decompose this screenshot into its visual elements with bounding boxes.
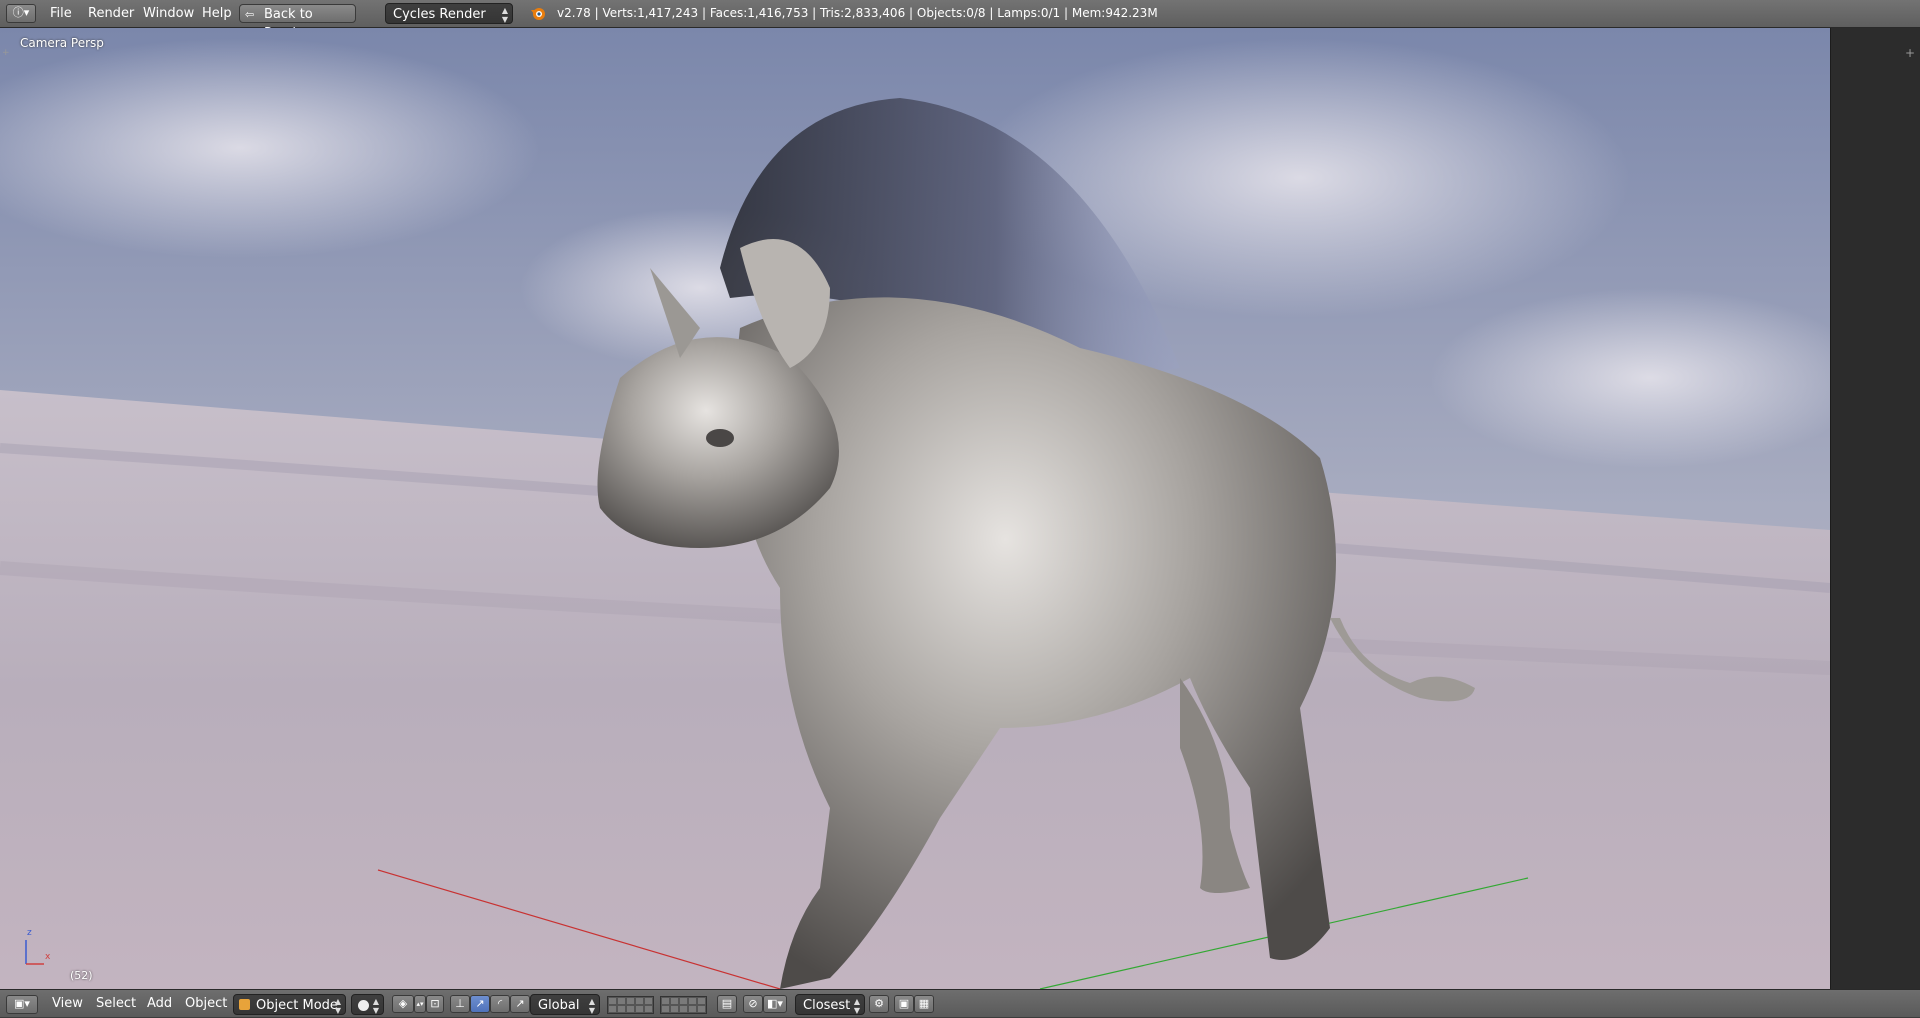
axis-gizmo [25,940,44,965]
editor-type-button[interactable]: ▣▾ [6,995,38,1014]
object-mode-icon [239,999,250,1010]
render-image-icon: ▣ [898,997,910,1010]
lock-layers-button[interactable]: ▤ [717,995,737,1013]
manipulate-center-button[interactable]: ⊡ [426,995,444,1013]
back-to-previous-button[interactable]: ⇦ Back to Previous [239,4,356,41]
view-name-label: Camera Persp [20,36,104,50]
updown-arrows-icon: ▲ ▼ [334,997,341,1015]
transform-orientation-select[interactable]: Global ▲ ▼ [530,994,600,1015]
menu-file[interactable]: File [50,0,72,27]
viewport-shading-select[interactable]: ▲ ▼ [351,994,384,1015]
updown-arrows-icon: ▲ ▼ [372,997,379,1015]
scale-icon: ↗ [515,997,525,1010]
proportional-edit-icon: ⊘ [748,997,758,1010]
center-points-icon: ⊡ [430,997,440,1010]
3d-viewport[interactable]: Camera Persp z x (52) + [0,28,1830,989]
updown-arrows-icon: ▴▾ [416,1000,424,1008]
render-engine-value: Cycles Render [393,7,486,22]
manipulator-toggle-button[interactable]: ⊥ [450,995,470,1013]
updown-arrows-icon: ▲ ▼ [588,997,595,1015]
scene-layers-group-1[interactable] [607,996,654,1014]
snap-magnet-icon: ⚙ [874,997,884,1010]
pivot-icon: ◈ [398,997,408,1010]
opengl-render-image-button[interactable]: ▣ [894,995,914,1013]
snap-target-value: Closest [803,998,851,1013]
render-animation-icon: ▦ [918,997,930,1010]
rotate-icon: ◜ [497,997,503,1010]
info-header: ⓘ▾ File Render Window Help ⇦ Back to Pre… [0,0,1920,41]
menu-render[interactable]: Render [88,0,134,27]
pivot-point-button[interactable]: ◈ [392,995,414,1013]
proportional-edit-button[interactable]: ⊘ [743,995,763,1013]
solid-shading-icon [358,1000,369,1011]
frame-number: (52) [70,969,93,982]
rotate-manipulator-button[interactable]: ◜ [490,995,510,1013]
render-engine-select[interactable]: Cycles Render ▲ ▼ [385,3,513,24]
3d-view-icon: ▣▾ [14,997,30,1010]
editor-type-button[interactable]: ⓘ▾ [6,4,36,23]
snap-element-icon: ◧▾ [767,997,783,1010]
layers-icon: ▤ [721,997,733,1010]
updown-arrows-icon: ▲ ▼ [853,997,860,1015]
snap-toggle-button[interactable]: ⚙ [869,995,889,1013]
axis-z-label: z [27,928,32,938]
back-icon: ⇦ [245,8,255,21]
translate-arrow-icon: ↗ [475,997,485,1010]
menu-add[interactable]: Add [147,990,172,1017]
menu-view[interactable]: View [52,990,83,1017]
scale-manipulator-button[interactable]: ↗ [510,995,530,1013]
scene-layers-group-2[interactable] [660,996,707,1014]
tool-properties-panel: + [1830,28,1920,989]
axis-x-label: x [45,952,51,962]
menu-object[interactable]: Object [185,990,227,1017]
expand-panel-icon[interactable]: + [1905,46,1915,60]
menu-help[interactable]: Help [202,0,232,27]
interaction-mode-value: Object Mode [256,998,338,1013]
scene-statistics: v2.78 | Verts:1,417,243 | Faces:1,416,75… [557,6,1158,20]
viewport-render [0,28,1830,989]
translate-manipulator-button[interactable]: ↗ [470,995,490,1013]
snap-target-select[interactable]: Closest ▲ ▼ [795,994,865,1015]
transform-orientation-value: Global [538,998,580,1013]
manipulator-icon: ⊥ [455,997,465,1010]
region-toggle-icon[interactable]: + [2,48,10,58]
updown-arrows-icon: ▲ ▼ [501,6,508,24]
opengl-render-animation-button[interactable]: ▦ [914,995,934,1013]
snap-element-button[interactable]: ◧▾ [763,995,787,1013]
menu-window[interactable]: Window [143,0,194,27]
3d-view-header: ▣▾ View Select Add Object Object Mode ▲ ▼… [0,989,1920,1017]
blender-logo-icon [530,5,546,21]
interaction-mode-select[interactable]: Object Mode ▲ ▼ [233,994,346,1015]
info-icon: ⓘ▾ [12,6,30,19]
pivot-dropdown[interactable]: ▴▾ [414,995,426,1013]
menu-select[interactable]: Select [96,990,136,1017]
